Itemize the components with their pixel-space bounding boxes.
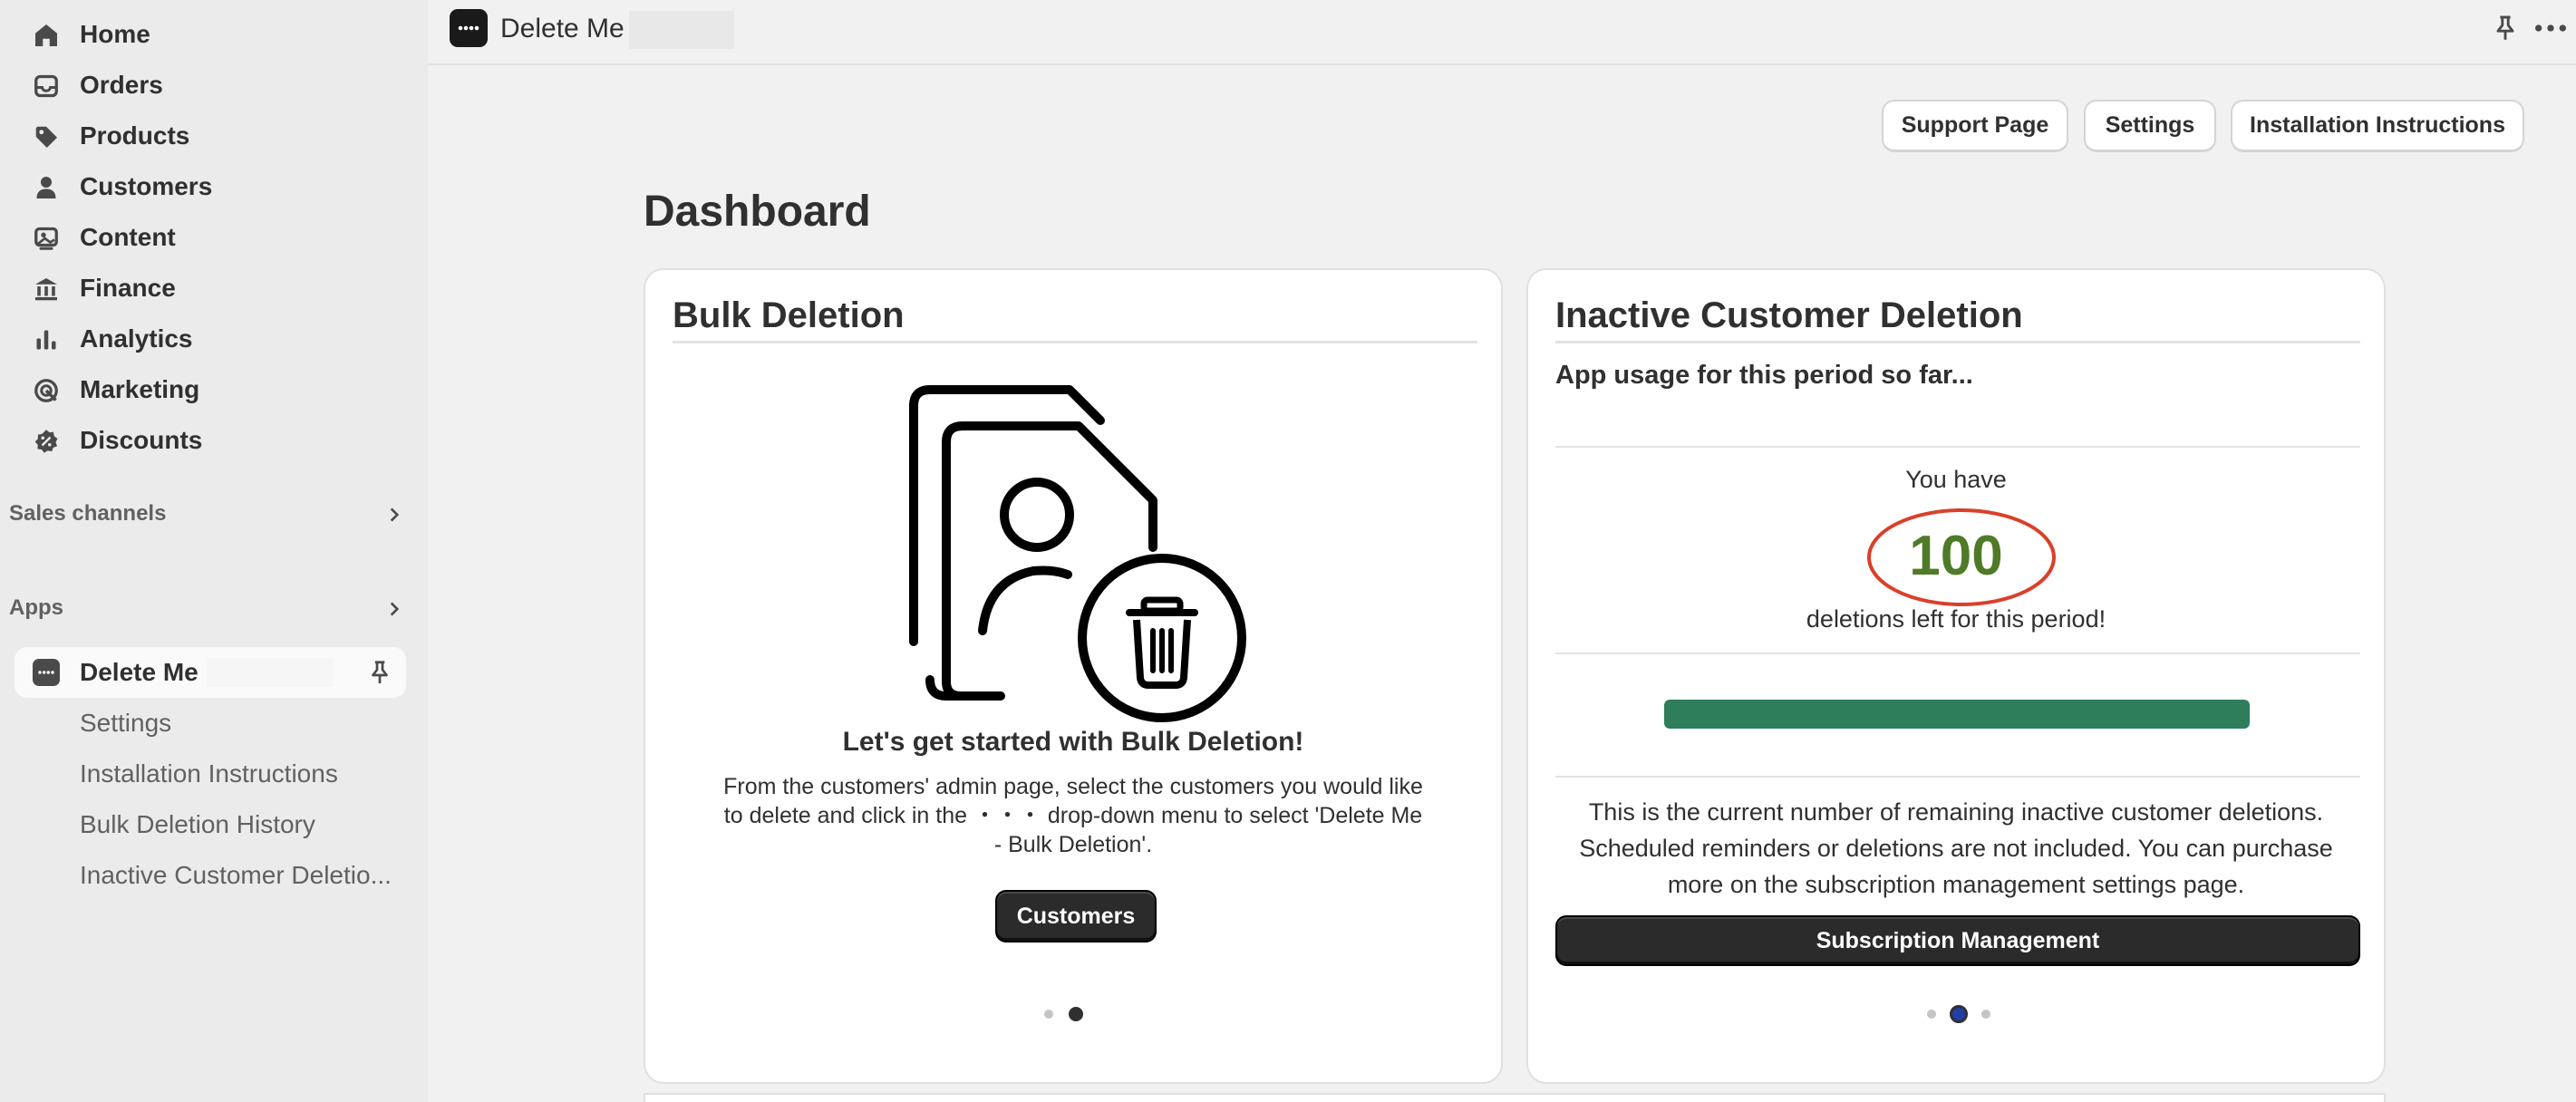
description-line: Scheduled reminders or deletions are not… — [1579, 835, 2333, 862]
person-icon — [36, 177, 56, 198]
usage-description: This is the current number of remaining … — [1528, 794, 2384, 903]
divider — [1555, 446, 2360, 448]
sidebar-item-label: Home — [80, 20, 150, 48]
app-title: Delete Me — [500, 14, 625, 44]
sidebar-item-marketing[interactable]: Marketing — [0, 364, 428, 415]
installation-instructions-button[interactable]: Installation Instructions — [2231, 100, 2524, 152]
sidebar-item-discounts[interactable]: Discounts — [0, 415, 428, 466]
sidebar-item-label: Products — [80, 121, 190, 150]
usage-subtitle: App usage for this period so far... — [1555, 361, 1973, 390]
chevron-right-icon — [390, 602, 400, 616]
sidebar-subitem-installation[interactable]: Installation Instructions — [80, 749, 338, 799]
sidebar-item-analytics[interactable]: Analytics — [0, 314, 428, 364]
apps-header[interactable]: Apps — [9, 590, 408, 626]
bulk-deletion-card: Bulk Deletion Let's get started with Bul… — [644, 268, 1503, 1084]
chevron-right-icon — [390, 508, 400, 522]
inbox-icon — [34, 74, 58, 98]
pagination-dot[interactable] — [1044, 1010, 1053, 1019]
app-logo-icon — [33, 659, 60, 686]
sidebar-item-home[interactable]: Home — [0, 9, 428, 60]
app-logo-icon — [450, 9, 488, 47]
section-label: Apps — [9, 595, 63, 620]
card-title: Inactive Customer Deletion — [1555, 295, 2023, 335]
sidebar-item-finance[interactable]: Finance — [0, 263, 428, 314]
sidebar-item-orders[interactable]: Orders — [0, 60, 428, 111]
description-line: From the customers' admin page, select t… — [723, 774, 1423, 799]
deletions-left-label: deletions left for this period! — [1806, 605, 2106, 633]
subscription-management-button[interactable]: Subscription Management — [1555, 915, 2360, 966]
divider — [673, 341, 1477, 343]
sidebar-subitem-inactive[interactable]: Inactive Customer Deletio... — [80, 850, 392, 901]
bulk-deletion-heading: Let's get started with Bulk Deletion! — [842, 727, 1304, 757]
sidebar-subitem-settings[interactable]: Settings — [80, 698, 171, 749]
deletions-remaining-count: 100 — [1909, 525, 2003, 587]
tag-icon — [35, 126, 57, 148]
discount-icon — [34, 430, 58, 453]
sidebar-item-label: Marketing — [80, 375, 200, 403]
redacted-area — [207, 658, 334, 687]
more-options-icon[interactable] — [2532, 13, 2569, 44]
pagination-dot-active[interactable] — [1950, 1005, 1968, 1023]
divider — [1555, 652, 2360, 654]
support-page-button[interactable]: Support Page — [1882, 100, 2068, 152]
sidebar-item-content[interactable]: Content — [0, 212, 428, 263]
sidebar-item-label: Orders — [80, 71, 163, 99]
redacted-area — [629, 11, 734, 49]
sidebar-app-delete-me[interactable]: Delete Me — [15, 647, 406, 698]
sidebar-item-label: Analytics — [80, 324, 193, 353]
app-title-bar: Delete Me — [428, 0, 2576, 65]
settings-button[interactable]: Settings — [2084, 100, 2216, 152]
description-line: to delete and click in the ・・・ drop-down… — [723, 803, 1423, 828]
home-icon — [35, 24, 57, 46]
sidebar-item-customers[interactable]: Customers — [0, 161, 428, 212]
pagination-dot[interactable] — [1927, 1010, 1936, 1019]
next-card-edge — [644, 1093, 2386, 1102]
bank-icon — [35, 278, 57, 301]
you-have-label: You have — [1905, 466, 2007, 493]
divider — [1555, 341, 2360, 343]
inactive-customer-deletion-card: Inactive Customer Deletion App usage for… — [1526, 268, 2386, 1084]
usage-progress-fill — [1664, 700, 2250, 729]
page-title: Dashboard — [644, 188, 871, 236]
sidebar-item-label: Finance — [80, 274, 176, 302]
pagination-dot[interactable] — [1981, 1010, 1990, 1019]
pin-icon[interactable] — [2491, 13, 2520, 44]
sidebar-item-label: Discounts — [80, 426, 203, 454]
delete-customer-illustration-icon — [909, 385, 1246, 722]
customers-button[interactable]: Customers — [995, 890, 1157, 942]
bar-chart-icon — [36, 330, 56, 350]
pin-icon[interactable] — [366, 659, 393, 686]
sidebar-item-products[interactable]: Products — [0, 111, 428, 161]
sidebar-item-label: Customers — [80, 172, 213, 200]
card-title: Bulk Deletion — [673, 295, 905, 335]
sidebar-item-label: Content — [80, 223, 176, 251]
description-line: more on the subscription management sett… — [1667, 871, 2245, 898]
target-icon — [34, 379, 58, 402]
sidebar-subitem-bulk-history[interactable]: Bulk Deletion History — [80, 799, 315, 850]
app-label: Delete Me — [80, 658, 199, 686]
description-line: - Bulk Deletion'. — [993, 832, 1153, 857]
divider — [1555, 776, 2360, 778]
image-icon — [34, 227, 58, 250]
bulk-deletion-description: From the customers' admin page, select t… — [645, 772, 1501, 859]
section-label: Sales channels — [9, 501, 167, 526]
description-line: This is the current number of remaining … — [1588, 798, 2324, 826]
sales-channels-header[interactable]: Sales channels — [9, 496, 408, 532]
sidebar: Home Orders Products Customers Content F… — [0, 0, 428, 1102]
usage-progress-bar — [1664, 700, 2250, 729]
pagination-dot-active[interactable] — [1069, 1007, 1083, 1021]
